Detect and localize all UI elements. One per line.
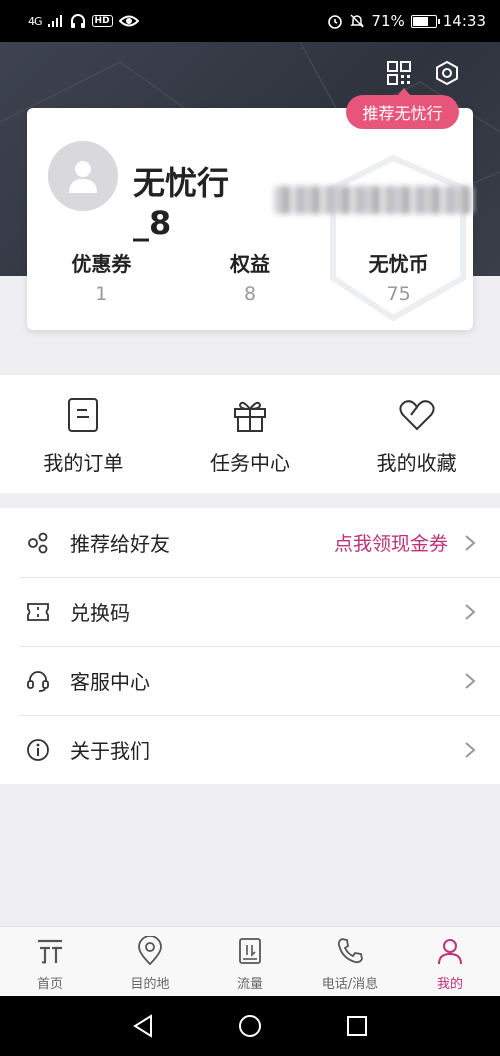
nav-label: 电话/消息 — [321, 977, 379, 992]
menu-item-label: 推荐给好友 — [70, 532, 170, 556]
recents-icon[interactable] — [346, 1015, 368, 1037]
stat-label: 权益 — [230, 252, 270, 276]
signal-indicator: 4G — [28, 14, 42, 28]
header-actions — [384, 58, 462, 88]
gift-icon — [230, 395, 270, 435]
stat-value: 75 — [386, 283, 411, 305]
chevron-right-icon — [465, 603, 476, 620]
my-orders-button[interactable]: 我的订单 — [0, 375, 167, 493]
stat-value: 1 — [95, 283, 108, 305]
stat-value: 8 — [243, 283, 257, 305]
back-icon[interactable] — [132, 1014, 154, 1038]
stat-label: 优惠券 — [71, 252, 132, 276]
nav-label: 首页 — [36, 977, 63, 992]
my-favorites-button[interactable]: 我的收藏 — [333, 375, 500, 493]
stat-coupons[interactable]: 优惠券 1 — [27, 248, 176, 305]
nav-phone-messages[interactable]: 电话/消息 — [300, 927, 400, 996]
menu-item-about-us[interactable]: 关于我们 — [0, 715, 500, 784]
username[interactable]: 无忧行_8 — [133, 158, 473, 242]
headphones-icon — [70, 14, 85, 28]
quick-action-label: 我的收藏 — [376, 451, 457, 475]
menu-item-recommend-friends[interactable]: 推荐给好友 点我领现金券 — [0, 508, 500, 577]
chevron-right-icon — [465, 672, 476, 689]
user-placeholder-icon — [69, 161, 97, 193]
quick-actions: 我的订单 任务中心 我的收藏 — [0, 375, 500, 493]
settings-button[interactable] — [432, 58, 462, 88]
profile-card: 无忧行_8 优惠券 1 权益 8 无忧币 75 — [27, 108, 473, 330]
battery-icon — [410, 14, 440, 28]
info-icon — [26, 738, 50, 762]
menu-item-customer-service[interactable]: 客服中心 — [0, 646, 500, 715]
nav-mine[interactable]: 我的 — [400, 927, 500, 996]
data-icon — [234, 935, 266, 967]
menu-item-label: 客服中心 — [70, 670, 150, 694]
menu-item-label: 兑换码 — [70, 601, 130, 625]
nav-data[interactable]: 流量 — [200, 927, 300, 996]
home-icon — [34, 935, 66, 967]
signal-bars-icon — [47, 15, 62, 27]
phone-icon — [334, 935, 366, 967]
nav-destination[interactable]: 目的地 — [100, 927, 200, 996]
eye-icon — [118, 15, 139, 27]
recommend-pill[interactable]: 推荐无忧行 — [346, 88, 459, 129]
heart-icon — [397, 395, 437, 435]
stat-benefits[interactable]: 权益 8 — [176, 248, 325, 305]
battery-fill — [412, 16, 428, 26]
home-circle-icon[interactable] — [238, 1014, 262, 1038]
order-icon — [63, 395, 103, 435]
username-text: 无忧行_8 — [133, 164, 230, 242]
settings-icon — [436, 60, 458, 86]
battery-percent: 71% — [371, 12, 405, 30]
system-navigation-bar — [0, 996, 500, 1056]
share-icon — [26, 531, 50, 555]
ticket-icon — [26, 600, 50, 624]
chevron-right-icon — [465, 741, 476, 758]
headset-icon — [26, 669, 50, 693]
bottom-navigation: 首页 目的地 流量 电话/消息 我的 — [0, 926, 500, 996]
quick-action-label: 任务中心 — [210, 451, 290, 475]
profile-stats: 优惠券 1 权益 8 无忧币 75 — [27, 248, 473, 305]
quick-action-label: 我的订单 — [43, 451, 124, 475]
qr-code-button[interactable] — [384, 58, 414, 88]
qr-code-icon — [387, 61, 411, 85]
task-center-button[interactable]: 任务中心 — [167, 375, 334, 493]
cash-coupon-promo[interactable]: 点我领现金券 — [334, 529, 448, 556]
username-redacted — [274, 186, 473, 214]
location-icon — [134, 935, 166, 967]
nav-home[interactable]: 首页 — [0, 927, 100, 996]
clock: 14:33 — [442, 12, 486, 30]
menu-item-label: 关于我们 — [70, 739, 150, 763]
menu-list: 推荐给好友 点我领现金券 兑换码 客服中心 关于我们 — [0, 508, 500, 784]
nav-label: 我的 — [436, 977, 463, 992]
stat-coins[interactable]: 无忧币 75 — [324, 248, 473, 305]
mute-icon — [350, 14, 365, 28]
stat-label: 无忧币 — [368, 252, 429, 276]
chevron-right-icon — [465, 534, 476, 551]
nav-label: 目的地 — [130, 977, 170, 992]
status-bar: 4G HD 71% 14:33 — [0, 0, 500, 42]
avatar[interactable] — [48, 141, 118, 211]
profile-icon — [434, 935, 466, 967]
menu-item-redeem-code[interactable]: 兑换码 — [0, 577, 500, 646]
alarm-icon — [328, 15, 343, 29]
hd-badge: HD — [91, 15, 113, 27]
nav-label: 流量 — [236, 977, 263, 992]
